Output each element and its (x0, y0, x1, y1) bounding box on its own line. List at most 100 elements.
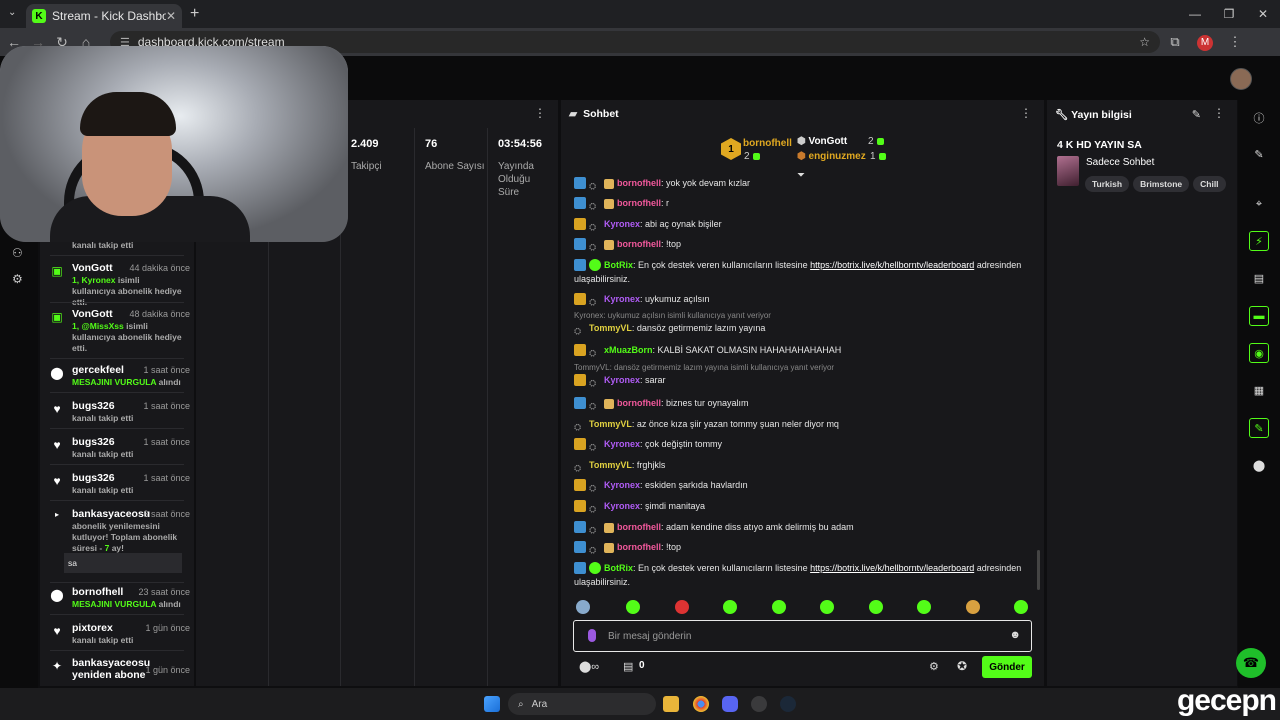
kicks-icon[interactable]: ⬤∞ (579, 660, 599, 673)
windows-start-icon[interactable] (484, 696, 500, 712)
chat-link[interactable]: https://botrix.live/k/hellborntv/leaderb… (810, 563, 974, 573)
browser-menu-icon[interactable]: ⋮ (1220, 34, 1250, 50)
tag[interactable]: Chill (1193, 176, 1226, 192)
new-tab-plus-icon[interactable]: + (190, 5, 199, 23)
emote-2[interactable] (626, 600, 640, 614)
chat-menu-icon[interactable]: ⋮ (1020, 106, 1032, 120)
activity-username[interactable]: VonGott (72, 262, 113, 274)
emoji-picker-icon[interactable]: ☻ (1009, 629, 1021, 641)
chat-icon[interactable]: ▬ (1249, 306, 1269, 326)
tab-search-chevron-icon[interactable]: ⌄ (8, 7, 16, 18)
activity-username[interactable]: bornofhell (72, 586, 123, 598)
tab-close-icon[interactable]: ✕ (166, 9, 176, 23)
chat-username[interactable]: bornofhell (617, 542, 661, 552)
chat-message: BotRix: En çok destek veren kullanıcılar… (574, 562, 1022, 587)
stream-category[interactable]: Sadece Sohbet (1086, 157, 1154, 168)
chat-username[interactable]: bornofhell (617, 239, 661, 249)
activity-username[interactable]: bugs326 (72, 436, 115, 448)
settings-gear-icon[interactable]: ⚙ (12, 272, 23, 286)
activity-username[interactable]: VonGott (72, 308, 113, 320)
info-menu-icon[interactable]: ⋮ (1213, 106, 1225, 120)
channel-points-icon[interactable]: ▤ (623, 660, 633, 673)
help-chat-button[interactable]: ☎︎ (1236, 648, 1266, 678)
activity-username[interactable]: bankasyaceosu (72, 508, 150, 520)
browser-tab[interactable]: K Stream - Kick Dashboard ✕ (26, 4, 182, 28)
chat-header: ▰ Sohbet (569, 108, 619, 120)
activity-username[interactable]: bugs326 (72, 472, 115, 484)
chat-username[interactable]: bornofhell (617, 198, 661, 208)
quick-emote-icon[interactable]: ✪ (957, 659, 967, 673)
taskbar-search[interactable]: ⌕ Ara (508, 693, 656, 715)
emote-6[interactable] (820, 600, 834, 614)
top-gifter-2[interactable]: ⬢ VonGott (797, 136, 847, 147)
chat-username[interactable]: Kyronex (604, 375, 640, 385)
chat-message: ⛭ bornofhell: r (574, 197, 1034, 212)
stats-menu-icon[interactable]: ⋮ (534, 106, 546, 120)
chat-username[interactable]: TommyVL (589, 419, 632, 429)
chat-username[interactable]: Kyronex (604, 294, 640, 304)
bookmark-star-icon[interactable]: ☆ (1139, 35, 1150, 49)
ninja-badge-icon: ⛭ (589, 525, 597, 535)
extensions-icon[interactable]: ⧉ (1160, 34, 1190, 50)
chat-username[interactable]: BotRix (604, 260, 633, 270)
activity-username[interactable]: bugs326 (72, 400, 115, 412)
edit-icon[interactable]: ✎ (1249, 144, 1269, 164)
chat-username[interactable]: Kyronex (604, 219, 640, 229)
maximize-icon[interactable]: ❐ (1212, 0, 1246, 28)
ver-badge-icon (574, 177, 586, 189)
chat-username[interactable]: xMuazBorn (604, 345, 653, 355)
users-icon[interactable]: ⚇ (12, 246, 23, 260)
profile-avatar[interactable]: M (1190, 33, 1220, 51)
tag[interactable]: Turkish (1085, 176, 1130, 192)
file-explorer-icon[interactable] (663, 696, 679, 712)
tools-icon[interactable]: ✎ (1249, 418, 1269, 438)
chat-link[interactable]: https://botrix.live/k/hellborntv/leaderb… (810, 260, 974, 270)
chat-username[interactable]: bornofhell (617, 178, 661, 188)
app-icon[interactable] (751, 696, 767, 712)
chat-username[interactable]: bornofhell (617, 522, 661, 532)
emote-5[interactable] (772, 600, 786, 614)
capture-icon[interactable]: ⌖ (1249, 194, 1269, 214)
chrome-icon[interactable] (693, 696, 709, 712)
emote-7[interactable] (869, 600, 883, 614)
minimize-icon[interactable]: — (1178, 0, 1212, 28)
emote-1[interactable] (576, 600, 590, 614)
activity-username[interactable]: gercekfeel (72, 364, 124, 376)
emote-10[interactable] (1014, 600, 1028, 614)
discord-icon[interactable] (722, 696, 738, 712)
steam-icon[interactable] (780, 696, 796, 712)
chat-text: !top (666, 239, 682, 249)
emote-4[interactable] (723, 600, 737, 614)
emote-8[interactable] (917, 600, 931, 614)
layout-icon[interactable]: ▦ (1249, 380, 1269, 400)
emote-9[interactable] (966, 600, 980, 614)
clipboard-icon[interactable]: ▤ (1249, 268, 1269, 288)
chat-text: çok değiştin tommy (645, 439, 723, 449)
microphone-icon[interactable] (588, 629, 596, 642)
send-button[interactable]: Gönder (982, 656, 1032, 678)
kicks-icon[interactable]: ⬤ (1249, 455, 1269, 475)
chat-username[interactable]: BotRix (604, 563, 633, 573)
chat-username[interactable]: Kyronex (604, 501, 640, 511)
info-icon[interactable]: ⓘ (1249, 108, 1269, 128)
broadcast-icon[interactable]: ◉ (1249, 343, 1269, 363)
user-avatar[interactable] (1230, 68, 1252, 90)
lightning-icon[interactable]: ⚡︎ (1249, 231, 1269, 251)
chat-username[interactable]: bornofhell (617, 398, 661, 408)
window-close-icon[interactable]: ✕ (1246, 0, 1280, 28)
chat-scrollbar[interactable] (1037, 550, 1040, 590)
activity-username[interactable]: pixtorex (72, 622, 113, 634)
emote-3[interactable] (675, 600, 689, 614)
chat-input-box[interactable]: ☻ (573, 620, 1032, 652)
chat-message-input[interactable] (608, 627, 988, 645)
chat-settings-icon[interactable]: ⚙ (929, 660, 939, 673)
activity-username[interactable]: bankasyaceosu (72, 657, 150, 669)
chat-username[interactable]: TommyVL (589, 323, 632, 333)
chat-username[interactable]: Kyronex (604, 480, 640, 490)
top-gifter-name[interactable]: bornofhell (743, 138, 792, 149)
top-gifter-3[interactable]: ⬢ enginuzmez (797, 151, 866, 162)
chat-username[interactable]: TommyVL (589, 460, 632, 470)
edit-pencil-icon[interactable]: ✎ (1192, 108, 1201, 121)
tag[interactable]: Brimstone (1133, 176, 1190, 192)
chat-username[interactable]: Kyronex (604, 439, 640, 449)
